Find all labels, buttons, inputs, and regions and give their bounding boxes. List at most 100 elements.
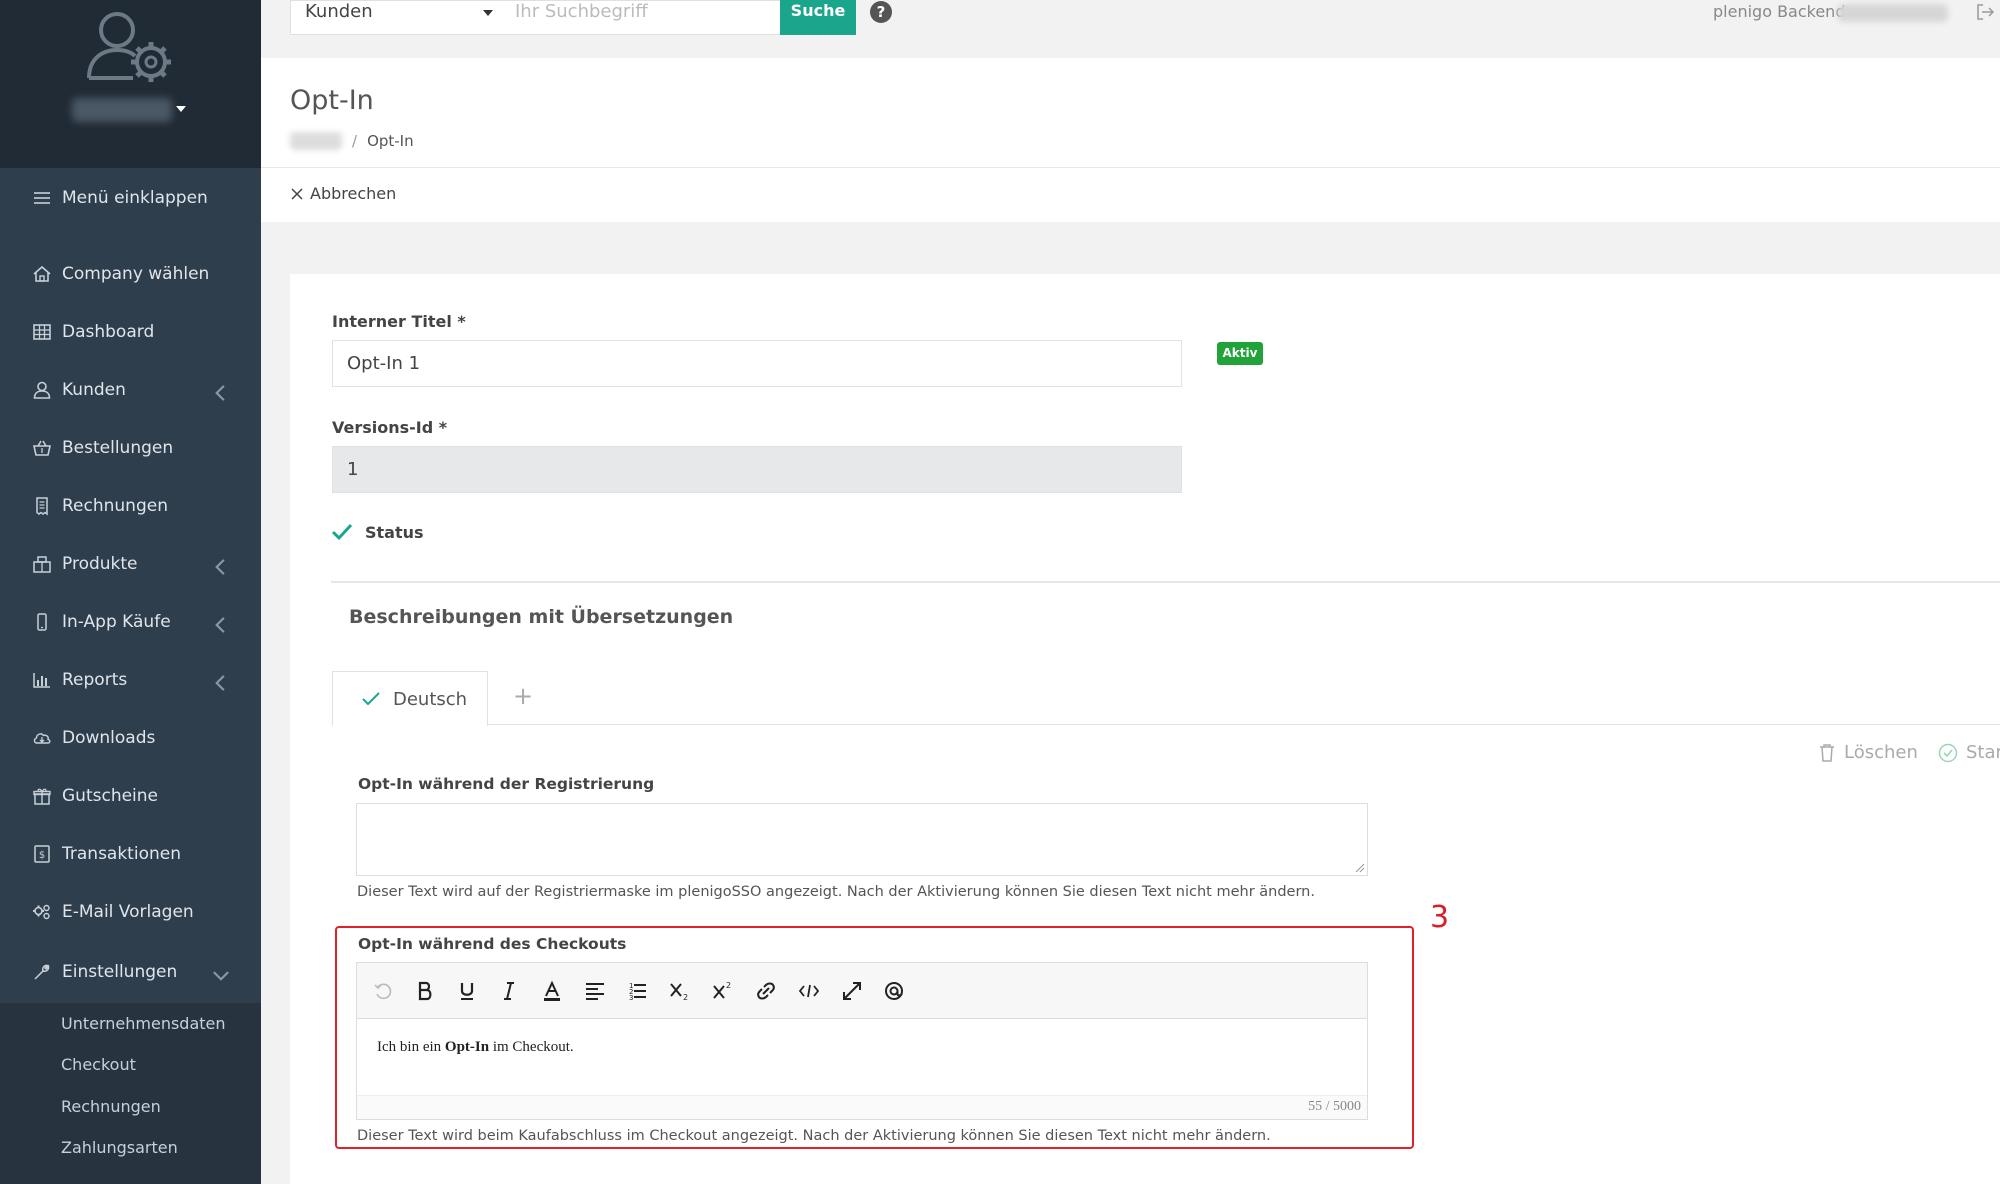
sidebar-item-label: Reports <box>62 670 128 690</box>
italic-button[interactable] <box>495 977 523 1005</box>
sidebar-collapse-label: Menü einklappen <box>62 188 208 208</box>
checkout-rich-text-editor[interactable]: 123 2 2 Ich bin ein Opt-In im Checkout. … <box>356 962 1368 1120</box>
breadcrumb-separator: / <box>352 132 358 150</box>
breadcrumb-current: Opt-In <box>367 132 414 150</box>
user-caret-icon[interactable] <box>176 106 186 112</box>
fullscreen-button[interactable] <box>838 977 866 1005</box>
editor-content[interactable]: Ich bin ein Opt-In im Checkout. <box>377 1039 574 1056</box>
sidebar-item-label: In-App Käufe <box>62 612 171 632</box>
char-count: 55 / 5000 <box>1308 1099 1361 1114</box>
code-button[interactable] <box>795 977 823 1005</box>
internal-title-label: Interner Titel * <box>332 312 466 331</box>
svg-text:?: ? <box>877 3 886 21</box>
sidebar-item-label: Rechnungen <box>62 496 168 516</box>
unlink-button[interactable] <box>752 977 780 1005</box>
svg-text:3: 3 <box>629 994 633 1002</box>
logout-icon[interactable] <box>1975 2 1995 22</box>
status-badge: Aktiv <box>1217 342 1263 365</box>
font-color-button[interactable] <box>538 977 566 1005</box>
status-checkbox[interactable]: Status <box>331 522 424 542</box>
resize-grip-icon[interactable] <box>1353 861 1365 873</box>
cancel-button[interactable]: Abbrechen <box>291 184 396 203</box>
section-title: Beschreibungen mit Übersetzungen <box>349 606 734 628</box>
action-bar: Abbrechen <box>261 168 2000 222</box>
subscript-button[interactable]: 2 <box>666 977 694 1005</box>
version-label: Versions-Id * <box>332 418 448 437</box>
chevron-left-icon <box>215 675 225 691</box>
mention-button[interactable] <box>880 977 908 1005</box>
sidebar-item-reports[interactable]: Reports <box>0 657 261 703</box>
undo-button[interactable] <box>369 977 397 1005</box>
checkmark-icon <box>331 523 353 541</box>
cloud-download-icon <box>33 733 51 744</box>
underline-icon <box>460 983 474 1000</box>
tab-deutsch[interactable]: Deutsch <box>332 671 488 726</box>
search-input[interactable]: Ihr Suchbegriff <box>501 0 781 35</box>
status-label: Status <box>365 522 424 542</box>
hamburger-icon <box>34 192 50 204</box>
internal-title-input[interactable]: Opt-In 1 <box>332 340 1182 387</box>
submenu-item-unternehmensdaten[interactable]: Unternehmensdaten <box>61 1014 226 1033</box>
subscript-icon: 2 <box>670 983 688 1002</box>
sidebar-item-transaktionen[interactable]: $ Transaktionen <box>0 831 261 877</box>
user-icon <box>33 381 51 399</box>
bold-icon <box>418 981 432 1001</box>
underline-button[interactable] <box>453 977 481 1005</box>
registration-textarea[interactable] <box>356 803 1368 876</box>
delete-button[interactable]: Löschen <box>1818 742 1918 763</box>
sidebar-item-in-app[interactable]: In-App Käufe <box>0 599 261 645</box>
internal-title-value: Opt-In 1 <box>347 353 421 374</box>
star-button[interactable]: Star <box>1938 742 2000 763</box>
editor-text-after: im Checkout. <box>489 1039 574 1055</box>
sidebar-item-rechnungen[interactable]: Rechnungen <box>0 483 261 529</box>
receipt-icon <box>36 497 48 516</box>
submenu-item-zahlungsarten[interactable]: Zahlungsarten <box>61 1138 178 1157</box>
backend-label: plenigo Backend <box>1713 2 1846 21</box>
user-name-blurred[interactable] <box>72 98 172 122</box>
submenu-item-checkout[interactable]: Checkout <box>61 1055 136 1074</box>
search-scope-select[interactable]: Kunden <box>290 0 502 35</box>
checkout-help-text: Dieser Text wird beim Kaufabschluss im C… <box>357 1128 1271 1144</box>
align-button[interactable] <box>581 977 609 1005</box>
search-scope-value: Kunden <box>305 1 373 22</box>
sidebar-item-company[interactable]: Company wählen <box>0 251 261 297</box>
superscript-button[interactable]: 2 <box>709 977 737 1005</box>
delete-label: Löschen <box>1844 742 1918 763</box>
sidebar-item-label: Bestellungen <box>62 438 174 458</box>
sidebar-item-produkte[interactable]: Produkte <box>0 541 261 587</box>
tab-add-button[interactable]: + <box>513 682 533 710</box>
breadcrumb: / Opt-In <box>290 132 414 150</box>
basket-icon <box>33 440 51 456</box>
search-button[interactable]: Suche <box>780 0 856 35</box>
sidebar-item-dashboard[interactable]: Dashboard <box>0 309 261 355</box>
svg-text:2: 2 <box>726 981 731 990</box>
sidebar-item-label: Company wählen <box>62 264 210 284</box>
breadcrumb-parent-blurred[interactable] <box>290 132 342 150</box>
ordered-list-button[interactable]: 123 <box>623 977 651 1005</box>
font-color-icon <box>544 980 560 1001</box>
chevron-left-icon <box>215 385 225 401</box>
grid-icon <box>33 324 51 340</box>
sidebar-item-email-vorlagen[interactable]: E-Mail Vorlagen <box>0 889 261 935</box>
star-label: Star <box>1966 742 2000 763</box>
sidebar-item-gutscheine[interactable]: Gutscheine <box>0 773 261 819</box>
sidebar-user-area <box>0 0 261 168</box>
sidebar-item-bestellungen[interactable]: Bestellungen <box>0 425 261 471</box>
editor-footer: 55 / 5000 <box>357 1095 1367 1119</box>
products-icon <box>33 556 51 573</box>
checkout-label: Opt-In während des Checkouts <box>358 935 627 953</box>
help-icon[interactable]: ? <box>869 0 893 24</box>
sidebar-item-downloads[interactable]: Downloads <box>0 715 261 761</box>
money-icon: $ <box>34 845 50 863</box>
sidebar-item-label: Downloads <box>62 728 156 748</box>
bar-chart-icon <box>33 673 50 688</box>
sidebar-item-einstellungen[interactable]: Einstellungen <box>0 949 261 995</box>
submenu-item-rechnungen[interactable]: Rechnungen <box>61 1097 161 1116</box>
bold-button[interactable] <box>411 977 439 1005</box>
registration-label: Opt-In während der Registrierung <box>358 775 655 793</box>
sidebar-collapse[interactable]: Menü einklappen <box>0 175 261 221</box>
page-header: Opt-In / Opt-In <box>261 58 2000 168</box>
sidebar-item-kunden[interactable]: Kunden <box>0 367 261 413</box>
tab-label: Deutsch <box>393 688 468 710</box>
mobile-icon <box>37 613 47 631</box>
